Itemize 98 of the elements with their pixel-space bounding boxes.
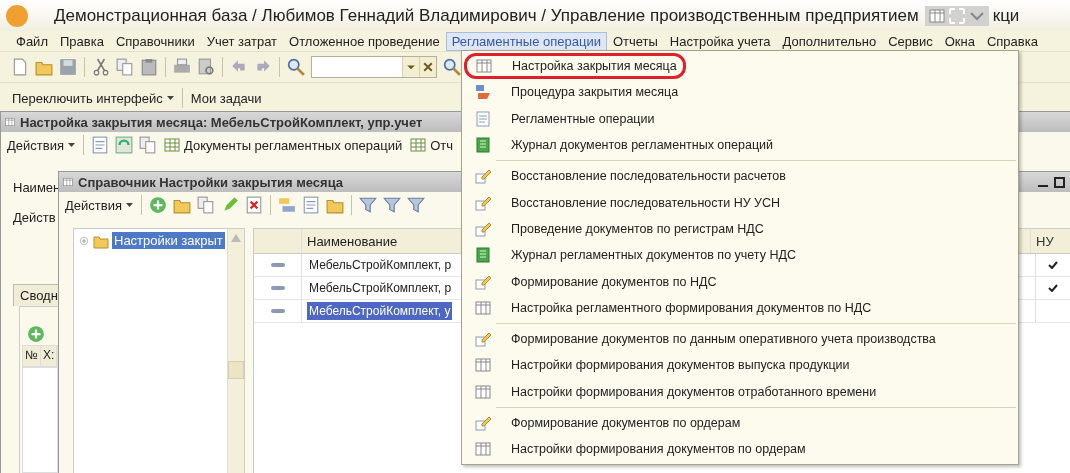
menu-item[interactable]: Формирование документов по НДС	[464, 268, 1016, 295]
print-icon[interactable]	[173, 58, 191, 76]
menu-item[interactable]: Настройка регламентного формирования документов по НДС	[464, 294, 1016, 321]
journal-icon	[475, 137, 491, 154]
document-pencil-icon	[475, 168, 491, 185]
grid-icon	[475, 383, 491, 400]
refresh-icon[interactable]	[114, 136, 133, 154]
scroll-up-arrow-icon[interactable]	[231, 234, 241, 242]
field-label: Действ	[13, 210, 56, 225]
menu-item[interactable]: Дополнительно	[776, 31, 883, 51]
new-document-icon[interactable]	[11, 58, 29, 76]
delete-icon[interactable]	[244, 196, 263, 214]
column-header: №	[23, 346, 41, 366]
menu-item[interactable]: Проведение документов по регистрам НДС	[464, 215, 1016, 243]
add-icon[interactable]	[27, 325, 45, 343]
catalog-window-title: Справочник Настройки закрытия месяца	[78, 174, 344, 190]
menu-item[interactable]: Процедура закрытия месяца	[464, 79, 1016, 106]
maximize-icon[interactable]	[1054, 176, 1065, 188]
menu-item[interactable]: Правка	[53, 31, 110, 51]
menu-item[interactable]: Окна	[938, 31, 981, 51]
tab[interactable]: Сводн	[13, 284, 59, 306]
window-title-fragment: кци	[992, 5, 1020, 26]
menu-item[interactable]: Регламентные операции	[445, 31, 607, 51]
filter-icon[interactable]	[358, 196, 377, 214]
procedure-icon	[475, 84, 491, 101]
menu-item[interactable]: Сервис	[882, 31, 939, 51]
cut-icon[interactable]	[92, 58, 110, 76]
copy-icon[interactable]	[116, 58, 134, 76]
table-cell[interactable]: МебельСтройКомплект, у	[307, 302, 453, 320]
menu-item[interactable]: Настройки формирования документов выпуска продукции	[464, 352, 1016, 379]
settings-window-title: Настройка закрытия месяца: МебельСтройКомплект, упр.учет	[20, 114, 423, 130]
menu-item[interactable]: Журнал документов регламентных операций	[464, 131, 1016, 159]
menu-item[interactable]: Восстановление последовательности НУ УСН	[464, 189, 1016, 216]
document-icon	[475, 110, 491, 127]
filter-icon[interactable]	[382, 196, 401, 214]
document-pencil-icon	[475, 331, 491, 348]
table-cell[interactable]: МебельСтройКомплект, р	[307, 279, 454, 297]
window-title: Демонстрационная база / Любимов Геннадий Владимирович / Управление производственным предприятием	[54, 5, 919, 26]
add-icon[interactable]	[148, 196, 167, 214]
save-icon[interactable]	[59, 58, 77, 76]
menu-item[interactable]: Файл	[10, 31, 54, 51]
grid-icon	[63, 177, 73, 187]
print-preview-icon[interactable]	[197, 58, 215, 76]
documents-button[interactable]: Документы регламентных операций	[159, 135, 407, 155]
copy-document-icon[interactable]	[196, 196, 215, 214]
menu-item[interactable]: Регламентные операции	[464, 105, 1016, 132]
tree-item[interactable]: Настройки закрыт	[112, 232, 225, 249]
grid-icon	[475, 299, 491, 316]
document-pencil-icon	[475, 273, 491, 290]
document-pencil-icon	[475, 220, 491, 237]
menu-item[interactable]: Восстановление последовательности расчетов	[464, 163, 1016, 190]
filter-icon[interactable]	[406, 196, 425, 214]
search-icon[interactable]	[443, 58, 461, 76]
app-logo-icon	[6, 4, 28, 27]
menu-item[interactable]: Отчеты	[606, 31, 664, 51]
menu-item[interactable]: Настройки формирования документов по ордерам	[464, 436, 1016, 463]
expand-icon	[948, 7, 965, 24]
switch-interface-button[interactable]: Переключить интерфейс	[8, 88, 178, 108]
my-tasks-button[interactable]: Мои задачи	[186, 88, 266, 108]
hierarchy-icon[interactable]	[277, 196, 296, 214]
menu-item[interactable]: Учет затрат	[200, 31, 284, 51]
column-header: НУ	[1036, 233, 1054, 249]
table-icon	[410, 137, 427, 153]
table-cell[interactable]: МебельСтройКомплект, р	[307, 256, 454, 274]
grid-icon	[476, 58, 492, 75]
caret-icon	[125, 203, 133, 207]
document-pencil-icon	[475, 415, 491, 431]
clear-icon	[422, 61, 434, 73]
grid-icon	[5, 117, 15, 127]
grid-icon	[475, 357, 491, 374]
scrollbar[interactable]	[227, 229, 244, 473]
column-header: Наименование	[307, 233, 398, 249]
caret-icon	[67, 143, 75, 147]
caret-icon	[166, 96, 174, 100]
grid-icon	[475, 441, 491, 458]
actions-button[interactable]: Действия	[61, 195, 137, 215]
paste-icon[interactable]	[140, 58, 158, 76]
actions-button[interactable]: Действия	[3, 135, 79, 155]
menu-item[interactable]: Отложенное проведение	[283, 31, 446, 51]
menu-item[interactable]: Настройка учета	[663, 31, 777, 51]
menu-item[interactable]: Формирование документов по данным оперативного учета производства	[464, 325, 1016, 353]
scrollbar-thumb[interactable]	[228, 361, 244, 379]
menu-item[interactable]: Журнал регламентных документов по учету НДС	[464, 242, 1016, 269]
menu-item[interactable]: Настройка закрытия месяца	[464, 53, 686, 80]
reports-button[interactable]: Отч	[406, 135, 458, 155]
menu-item[interactable]: Настройки формирования документов отработанного времени	[464, 378, 1016, 405]
table-icon	[163, 137, 180, 153]
menu-item[interactable]: Справочники	[109, 31, 201, 51]
journal-icon	[475, 247, 491, 264]
column-header: Х:	[40, 346, 58, 366]
document-pencil-icon	[475, 194, 491, 211]
search-field[interactable]	[311, 56, 437, 78]
menu-item[interactable]: Формирование документов по ордерам	[464, 409, 1016, 437]
copy-document-icon[interactable]	[138, 136, 157, 154]
expand-plus-icon	[78, 234, 90, 247]
grid-icon	[928, 7, 945, 24]
search-icon[interactable]	[287, 58, 305, 76]
menu-item[interactable]: Справка	[980, 31, 1044, 51]
